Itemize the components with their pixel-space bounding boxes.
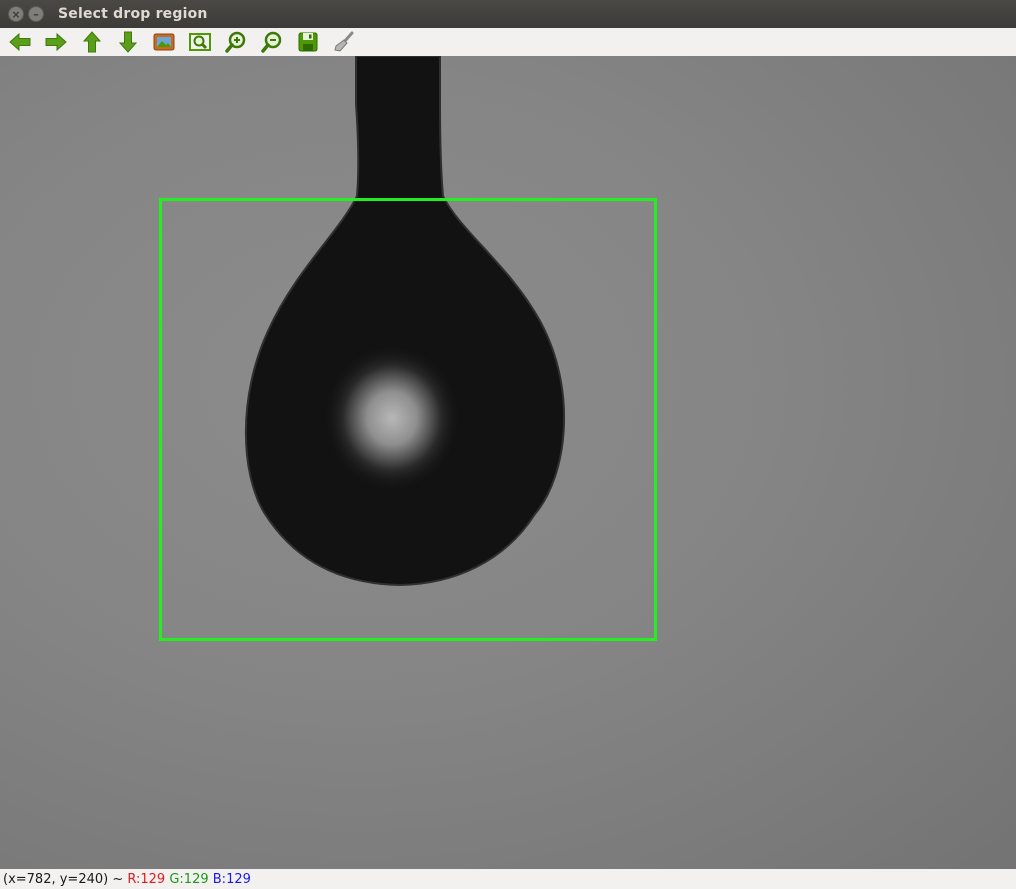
zoom-out-button[interactable]	[258, 29, 286, 55]
pixel-blue-value: B:129	[212, 871, 251, 887]
cursor-coordinates: (x=782, y=240) ~	[3, 871, 128, 887]
zoom-original-button[interactable]	[150, 29, 178, 55]
pan-up-button[interactable]	[78, 29, 106, 55]
pan-right-button[interactable]	[42, 29, 70, 55]
brush-icon	[334, 31, 354, 52]
zoom-in-button[interactable]	[222, 29, 250, 55]
title-bar: × – Select drop region	[0, 0, 1016, 28]
save-image-button[interactable]	[294, 29, 322, 55]
zoom-out-icon	[261, 31, 282, 53]
zoom-in-icon	[225, 31, 246, 53]
pixel-red-value: R:129	[127, 871, 166, 887]
drop-region-selection[interactable]	[159, 198, 657, 641]
zoom-fit-icon	[189, 33, 211, 51]
app-window: × – Select drop region (x=782, y=240) ~ …	[0, 0, 1016, 889]
toolbar	[0, 28, 1016, 56]
arrow-right-icon	[45, 32, 67, 52]
arrow-up-icon	[82, 31, 102, 53]
save-icon	[298, 32, 318, 52]
pixel-green-value: G:129	[169, 871, 209, 887]
window-title: Select drop region	[58, 6, 208, 22]
close-window-button[interactable]: ×	[8, 6, 24, 22]
zoom-fit-button[interactable]	[186, 29, 214, 55]
pan-left-button[interactable]	[6, 29, 34, 55]
image-icon	[153, 33, 175, 51]
status-bar: (x=782, y=240) ~ R:129 G:129 B:129	[0, 869, 1016, 889]
arrow-left-icon	[9, 32, 31, 52]
image-viewport[interactable]	[0, 56, 1016, 869]
minimize-window-button[interactable]: –	[28, 6, 44, 22]
pan-down-button[interactable]	[114, 29, 142, 55]
arrow-down-icon	[118, 31, 138, 53]
properties-button[interactable]	[330, 29, 358, 55]
